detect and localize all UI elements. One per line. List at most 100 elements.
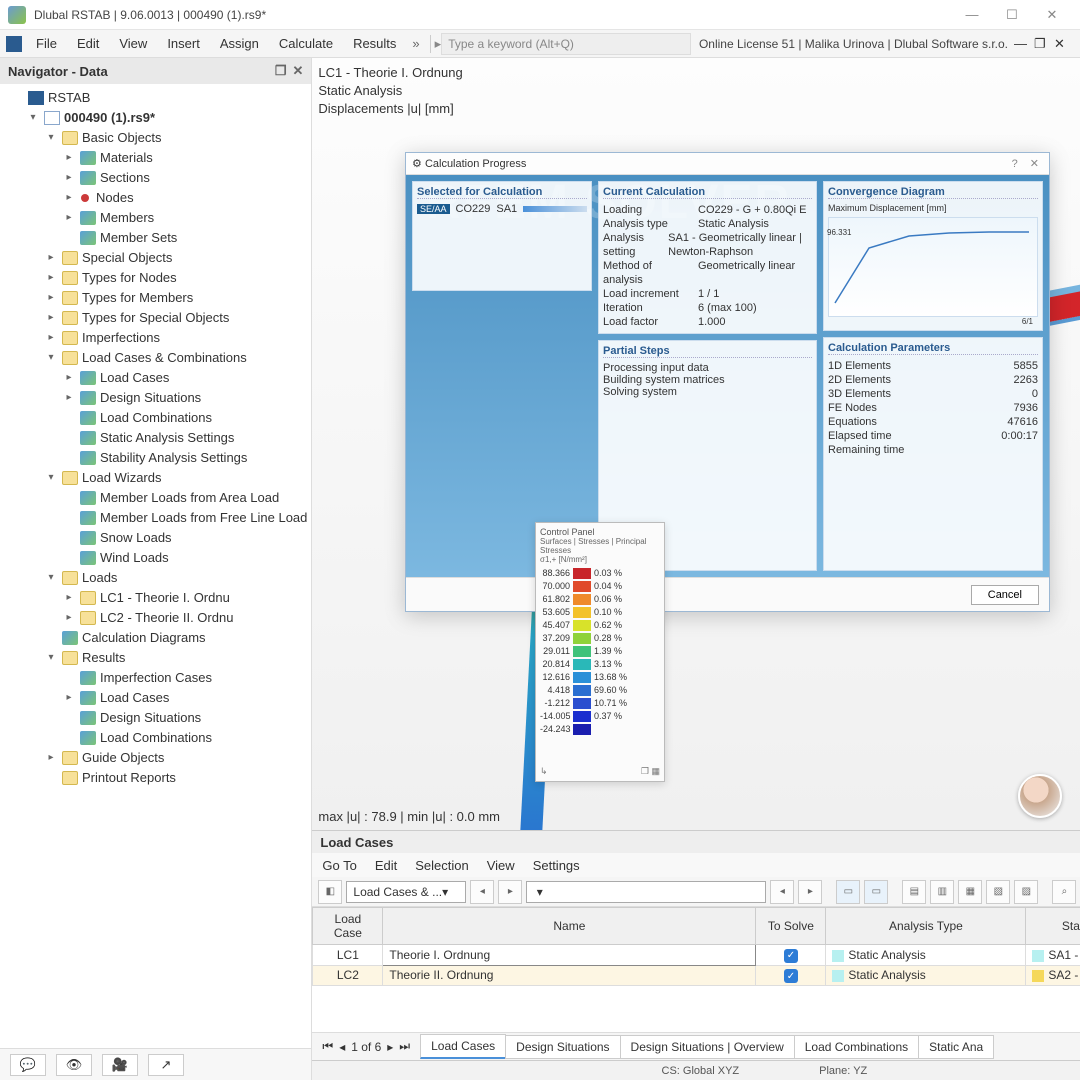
tb-c-icon[interactable]: ▦: [958, 880, 982, 904]
nav-tab-1[interactable]: 💬: [10, 1054, 46, 1076]
tree-item[interactable]: ▾Loads: [8, 568, 311, 588]
next-icon[interactable]: ▸: [387, 1040, 393, 1054]
bp-menu-edit[interactable]: Edit: [375, 858, 397, 873]
tb-b-icon[interactable]: ▥: [930, 880, 954, 904]
table-row[interactable]: LC1Theorie I. Ordnung✓Static AnalysisSA1…: [313, 945, 1080, 966]
tree-item[interactable]: ▸Types for Nodes: [8, 268, 311, 288]
tab-static-ana[interactable]: Static Ana: [918, 1035, 994, 1059]
nav-tab-3[interactable]: 🎥: [102, 1054, 138, 1076]
tree-item[interactable]: ▸Load Cases: [8, 688, 311, 708]
legend-tool-icon[interactable]: ↳: [540, 766, 548, 777]
combo-loadcases[interactable]: Load Cases & ... ▾: [346, 881, 466, 903]
tree-item[interactable]: ▸Types for Special Objects: [8, 308, 311, 328]
tree-item[interactable]: ▸Types for Members: [8, 288, 311, 308]
menu-edit[interactable]: Edit: [67, 36, 109, 51]
toolbar-icon[interactable]: ◧: [318, 880, 342, 904]
menu-more[interactable]: »: [406, 36, 425, 51]
tree-item[interactable]: Member Loads from Area Load: [8, 488, 311, 508]
maximize-button[interactable]: ☐: [992, 7, 1032, 23]
tree-item[interactable]: ▸LC1 - Theorie I. Ordnu: [8, 588, 311, 608]
first-icon[interactable]: ⏮: [322, 1039, 333, 1054]
user-avatar[interactable]: [1018, 774, 1062, 818]
tb-e-icon[interactable]: ▨: [1014, 880, 1038, 904]
tree-item[interactable]: ▸Sections: [8, 168, 311, 188]
tree-item[interactable]: Static Analysis Settings: [8, 428, 311, 448]
menu-assign[interactable]: Assign: [210, 36, 269, 51]
menu-insert[interactable]: Insert: [157, 36, 210, 51]
bp-menu-settings[interactable]: Settings: [533, 858, 580, 873]
tb-right-icon[interactable]: ▸: [798, 880, 822, 904]
tree-item[interactable]: ▸Load Cases: [8, 368, 311, 388]
load-cases-grid[interactable]: Load Case Name To Solve Analysis Type St…: [312, 907, 1080, 1032]
tree-item[interactable]: ▸Members: [8, 208, 311, 228]
tb-sel2-icon[interactable]: ▭: [864, 880, 888, 904]
navigator-panel: Navigator - Data ❐✕ RSTAB ▾000490 (1).rs…: [0, 58, 312, 1080]
cancel-button[interactable]: Cancel: [971, 585, 1039, 605]
tree-item[interactable]: Snow Loads: [8, 528, 311, 548]
tree-item[interactable]: Member Loads from Free Line Load: [8, 508, 311, 528]
workspace-min-icon[interactable]: —: [1014, 36, 1034, 51]
menu-file[interactable]: File: [26, 36, 67, 51]
navigator-tree[interactable]: RSTAB ▾000490 (1).rs9*▾Basic Objects▸Mat…: [0, 84, 311, 1048]
tab-design-situations[interactable]: Design Situations: [505, 1035, 620, 1059]
workspace-restore-icon[interactable]: ❐: [1034, 36, 1054, 52]
tree-item[interactable]: ▾Load Wizards: [8, 468, 311, 488]
tree-item[interactable]: Member Sets: [8, 228, 311, 248]
tree-item[interactable]: ▸Imperfections: [8, 328, 311, 348]
tb-a-icon[interactable]: ▤: [902, 880, 926, 904]
last-icon[interactable]: ⏭: [399, 1039, 410, 1054]
tab-load-cases[interactable]: Load Cases: [420, 1034, 506, 1059]
prev-combo-icon[interactable]: ◂: [470, 880, 494, 904]
dialog-close-icon[interactable]: ✕: [1026, 157, 1043, 170]
tree-item[interactable]: ▸LC2 - Theorie II. Ordnu: [8, 608, 311, 628]
panel-close-icon[interactable]: ✕: [292, 63, 303, 79]
tree-item[interactable]: Design Situations: [8, 708, 311, 728]
tree-item[interactable]: Load Combinations: [8, 728, 311, 748]
tree-item[interactable]: ▸Nodes: [8, 188, 311, 208]
tree-item[interactable]: ▸Materials: [8, 148, 311, 168]
tb-d-icon[interactable]: ▧: [986, 880, 1010, 904]
legend-restore-icon[interactable]: ❐: [641, 766, 649, 776]
prev-icon[interactable]: ◂: [339, 1040, 345, 1054]
navigator-footer: 💬 👁 🎥 ↗: [0, 1048, 311, 1080]
tb-sel1-icon[interactable]: ▭: [836, 880, 860, 904]
bp-menu-selection[interactable]: Selection: [415, 858, 468, 873]
tab-load-combinations[interactable]: Load Combinations: [794, 1035, 919, 1059]
tree-item[interactable]: Imperfection Cases: [8, 668, 311, 688]
tb-f-icon[interactable]: ⌕: [1052, 880, 1076, 904]
tab-design-situations-overview[interactable]: Design Situations | Overview: [620, 1035, 795, 1059]
bp-menu-goto[interactable]: Go To: [322, 858, 356, 873]
legend-settings-icon[interactable]: ▦: [651, 766, 660, 776]
combo-2[interactable]: ▾: [526, 881, 766, 903]
tree-item[interactable]: Wind Loads: [8, 548, 311, 568]
minimize-button[interactable]: —: [952, 7, 992, 22]
table-row[interactable]: LC2Theorie II. Ordnung✓Static AnalysisSA…: [313, 965, 1080, 986]
navigator-header: Navigator - Data ❐✕: [0, 58, 311, 84]
tree-item[interactable]: Stability Analysis Settings: [8, 448, 311, 468]
panel-tabs: ⏮ ◂ 1 of 6 ▸ ⏭ Load Cases Design Situati…: [312, 1032, 1080, 1060]
bp-menu-view[interactable]: View: [487, 858, 515, 873]
nav-tab-2[interactable]: 👁: [56, 1054, 92, 1076]
control-panel[interactable]: Control Panel Surfaces | Stresses | Prin…: [535, 522, 665, 782]
menu-view[interactable]: View: [109, 36, 157, 51]
tree-item[interactable]: ▾Load Cases & Combinations: [8, 348, 311, 368]
panel-pin-icon[interactable]: ❐: [275, 63, 287, 79]
keyword-search[interactable]: Type a keyword (Alt+Q): [441, 33, 691, 55]
tree-item[interactable]: ▾Basic Objects: [8, 128, 311, 148]
nav-tab-4[interactable]: ↗: [148, 1054, 184, 1076]
tree-item[interactable]: Calculation Diagrams: [8, 628, 311, 648]
tree-item[interactable]: ▾Results: [8, 648, 311, 668]
close-button[interactable]: ✕: [1032, 7, 1072, 23]
panel-toolbar: ◧ Load Cases & ... ▾ ◂ ▸ ▾ ◂ ▸ ▭ ▭ ▤ ▥ ▦…: [312, 877, 1080, 907]
tree-item[interactable]: ▸Special Objects: [8, 248, 311, 268]
menu-calculate[interactable]: Calculate: [269, 36, 343, 51]
tree-item[interactable]: ▸Design Situations: [8, 388, 311, 408]
tree-item[interactable]: Printout Reports: [8, 768, 311, 788]
workspace-close-icon[interactable]: ✕: [1054, 36, 1074, 52]
next-combo-icon[interactable]: ▸: [498, 880, 522, 904]
menu-results[interactable]: Results: [343, 36, 406, 51]
tree-item[interactable]: Load Combinations: [8, 408, 311, 428]
tree-item[interactable]: ▸Guide Objects: [8, 748, 311, 768]
dialog-help-icon[interactable]: ?: [1004, 158, 1026, 170]
tb-left-icon[interactable]: ◂: [770, 880, 794, 904]
